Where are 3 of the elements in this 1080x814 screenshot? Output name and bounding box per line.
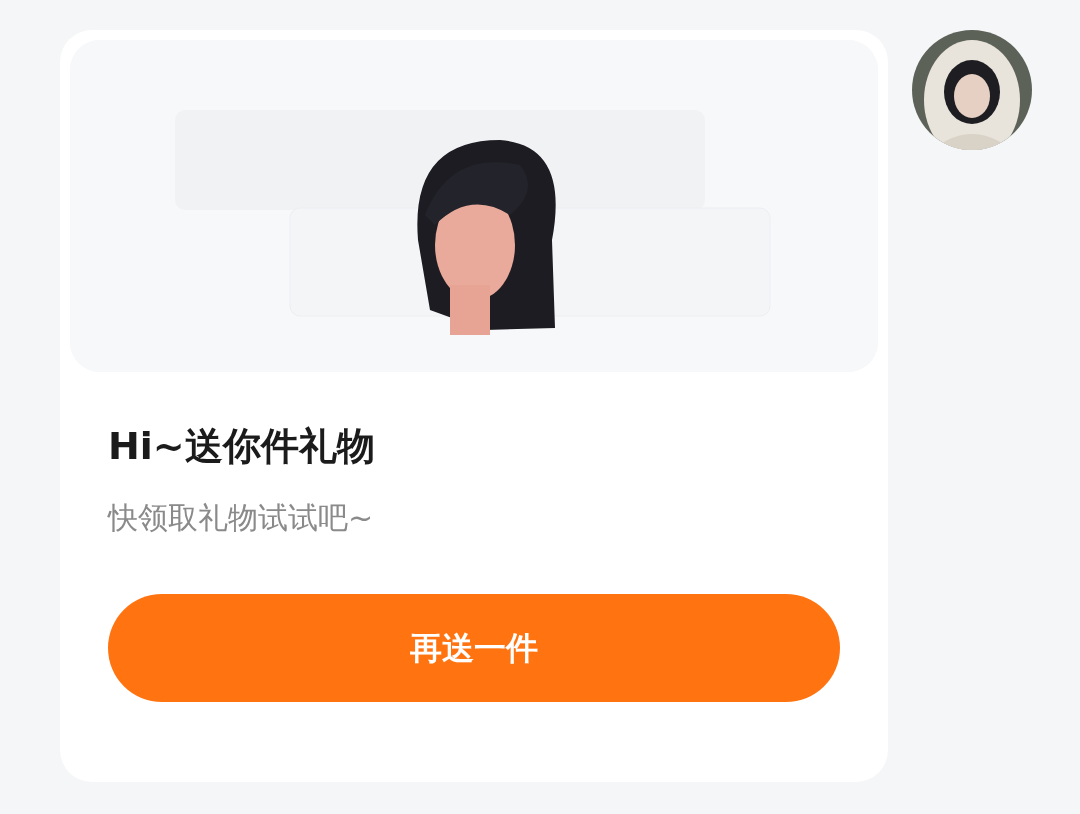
send-again-button[interactable]: 再送一件 [108, 593, 840, 702]
message-title: Hi~送你件礼物 [108, 424, 376, 470]
message-text: 快领取礼物试试吧~ [108, 499, 375, 536]
